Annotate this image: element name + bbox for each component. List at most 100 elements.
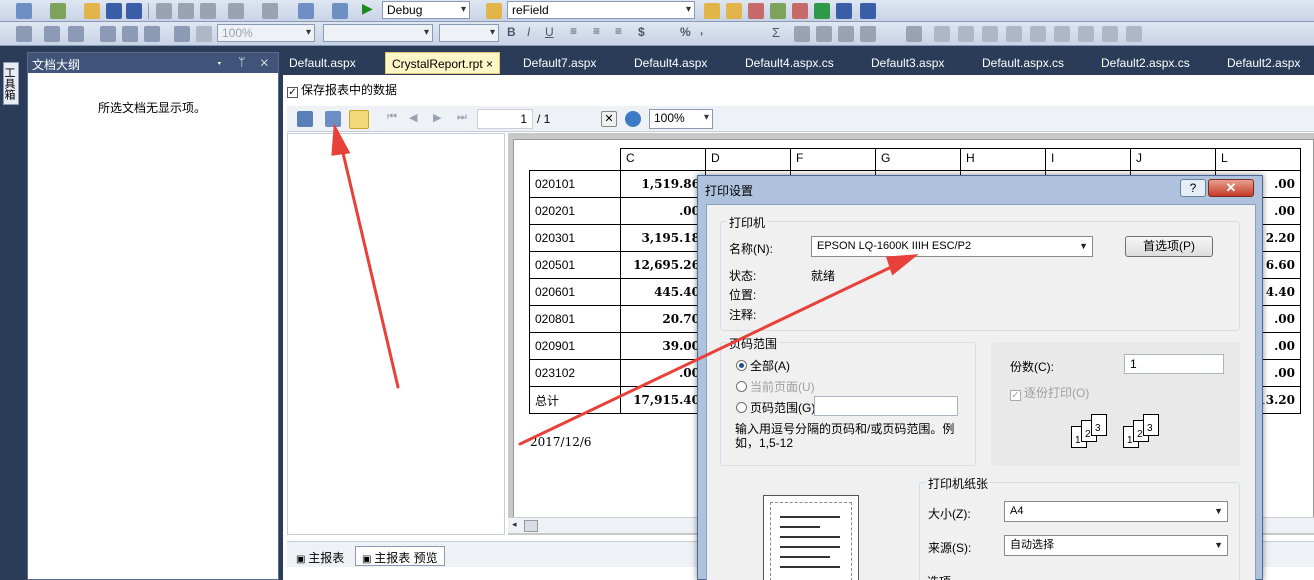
range-pages-input[interactable]	[814, 396, 958, 416]
find-combo[interactable]: reField	[507, 1, 695, 19]
align-left-icon[interactable]: ≡	[570, 24, 577, 38]
align-rights-icon[interactable]	[982, 26, 998, 42]
italic-icon[interactable]: I	[527, 25, 530, 39]
range-current-radio[interactable]	[736, 381, 747, 392]
tab-default4-aspx[interactable]: Default4.aspx	[634, 52, 707, 74]
save-data-checkbox[interactable]: ✓	[287, 87, 298, 98]
close-view-icon[interactable]: ✕	[601, 111, 617, 127]
same-width-icon[interactable]	[1078, 26, 1094, 42]
sum-icon[interactable]: Σ	[772, 25, 780, 40]
currency-icon[interactable]: $	[638, 25, 645, 39]
page-number-input[interactable]: 1	[477, 109, 533, 129]
find-icon[interactable]	[486, 3, 502, 19]
save-data-row[interactable]: ✓ 保存报表中的数据	[287, 81, 397, 98]
object-browser-icon[interactable]	[770, 3, 786, 19]
range-pages-radio[interactable]	[736, 402, 747, 413]
print-icon[interactable]	[325, 111, 341, 127]
start-page-icon[interactable]	[814, 3, 830, 19]
align-center-icon[interactable]: ≡	[593, 24, 600, 38]
help-button[interactable]: ?	[1180, 179, 1206, 197]
toolbox-tab[interactable]: 工具箱	[3, 62, 19, 105]
layout-icon[interactable]	[44, 26, 60, 42]
same-size-icon[interactable]	[1126, 26, 1142, 42]
percent-icon[interactable]: %	[680, 25, 691, 39]
outline-window-buttons[interactable]: ▾ ᛘ ✕	[216, 55, 274, 69]
align-right-icon[interactable]: ≡	[615, 24, 622, 38]
brush-icon[interactable]	[196, 26, 212, 42]
undo-icon[interactable]	[228, 3, 244, 19]
same-height-icon[interactable]	[1102, 26, 1118, 42]
range-current-option[interactable]: 当前页面(U)	[736, 378, 815, 395]
chart-icon[interactable]	[838, 26, 854, 42]
first-page-icon[interactable]: ⏮	[387, 111, 397, 124]
range-all-radio[interactable]	[736, 360, 747, 371]
start-debug-icon[interactable]: ▶	[362, 0, 373, 17]
export-icon[interactable]	[297, 111, 313, 127]
range-pages-option[interactable]: 页码范围(G)	[736, 399, 815, 416]
preferences-button[interactable]: 首选项(P)	[1125, 236, 1213, 257]
comment-icon[interactable]	[174, 26, 190, 42]
underline-icon[interactable]: U	[545, 25, 554, 39]
refresh-icon[interactable]	[144, 26, 160, 42]
open-file-icon[interactable]	[84, 3, 100, 19]
redo-icon[interactable]	[262, 3, 278, 19]
map-icon[interactable]	[860, 26, 876, 42]
align-centers-icon[interactable]	[958, 26, 974, 42]
scroll-left-icon[interactable]: ◂	[512, 519, 517, 530]
copy-icon[interactable]	[178, 3, 194, 19]
insert-group-icon[interactable]	[794, 26, 810, 42]
tab-default2-aspx[interactable]: Default2.aspx	[1227, 52, 1300, 74]
save-icon[interactable]	[106, 3, 122, 19]
copies-input[interactable]: 1	[1124, 354, 1224, 374]
trend-icon[interactable]	[122, 26, 138, 42]
new-project-icon[interactable]	[16, 3, 32, 19]
tab-default2-aspx-cs[interactable]: Default2.aspx.cs	[1101, 52, 1190, 74]
tab-crystalreport-rpt[interactable]: CrystalReport.rpt ×	[385, 52, 501, 74]
report-zoom-combo[interactable]: 100%	[649, 109, 713, 129]
add-item-icon[interactable]	[50, 3, 66, 19]
range-all-option[interactable]: 全部(A)	[736, 357, 790, 374]
design-icon[interactable]	[100, 26, 116, 42]
tab-main-report-preview[interactable]: ▣ 主报表 预览	[355, 546, 445, 566]
connect-icon[interactable]	[68, 26, 84, 42]
comma-icon[interactable]: ,	[700, 25, 703, 37]
solution-explorer-icon[interactable]	[726, 3, 742, 19]
bold-icon[interactable]: B	[507, 25, 516, 39]
paper-size-select[interactable]: A4	[1004, 501, 1228, 522]
align-bottoms-icon[interactable]	[1054, 26, 1070, 42]
tab-default-aspx[interactable]: Default.aspx	[289, 52, 356, 74]
group-tree-toggle-icon[interactable]	[349, 110, 369, 129]
save-all-icon[interactable]	[126, 3, 142, 19]
printer-name-select[interactable]: EPSON LQ-1600K IIIH ESC/P2	[811, 236, 1093, 257]
navigate-back-icon[interactable]	[298, 3, 314, 19]
properties-icon[interactable]	[748, 3, 764, 19]
solution-config-combo[interactable]: Debug	[382, 1, 470, 19]
prev-page-icon[interactable]: ◀	[409, 111, 417, 124]
font-size-combo[interactable]	[439, 24, 499, 42]
extensions-icon[interactable]	[836, 3, 852, 19]
tab-default-aspx-cs[interactable]: Default.aspx.cs	[982, 52, 1064, 74]
collate-option[interactable]: ✓ 逐份打印(O)	[1010, 384, 1089, 401]
close-button[interactable]: ✕	[1208, 179, 1254, 197]
last-page-icon[interactable]: ⏭	[457, 111, 467, 124]
toolbox-icon[interactable]	[792, 3, 808, 19]
snap-grid-icon[interactable]	[906, 26, 922, 42]
align-tops-icon[interactable]	[1006, 26, 1022, 42]
command-window-icon[interactable]	[860, 3, 876, 19]
paper-source-select[interactable]: 自动选择	[1004, 535, 1228, 556]
navigate-forward-icon[interactable]	[332, 3, 348, 19]
font-combo[interactable]	[323, 24, 433, 42]
align-lefts-icon[interactable]	[934, 26, 950, 42]
tab-default4-aspx-cs[interactable]: Default4.aspx.cs	[745, 52, 834, 74]
insert-summary-icon[interactable]	[816, 26, 832, 42]
paste-icon[interactable]	[200, 3, 216, 19]
tab-default3-aspx[interactable]: Default3.aspx	[871, 52, 944, 74]
next-page-icon[interactable]: ▶	[433, 111, 441, 124]
tab-main-report[interactable]: ▣ 主报表	[289, 546, 351, 566]
tab-default7-aspx[interactable]: Default7.aspx	[523, 52, 596, 74]
find-in-files-icon[interactable]	[704, 3, 720, 19]
align-middles-icon[interactable]	[1030, 26, 1046, 42]
collate-checkbox[interactable]: ✓	[1010, 390, 1021, 401]
zoom-combo[interactable]: 100%	[217, 24, 315, 42]
scroll-thumb[interactable]	[524, 520, 538, 532]
